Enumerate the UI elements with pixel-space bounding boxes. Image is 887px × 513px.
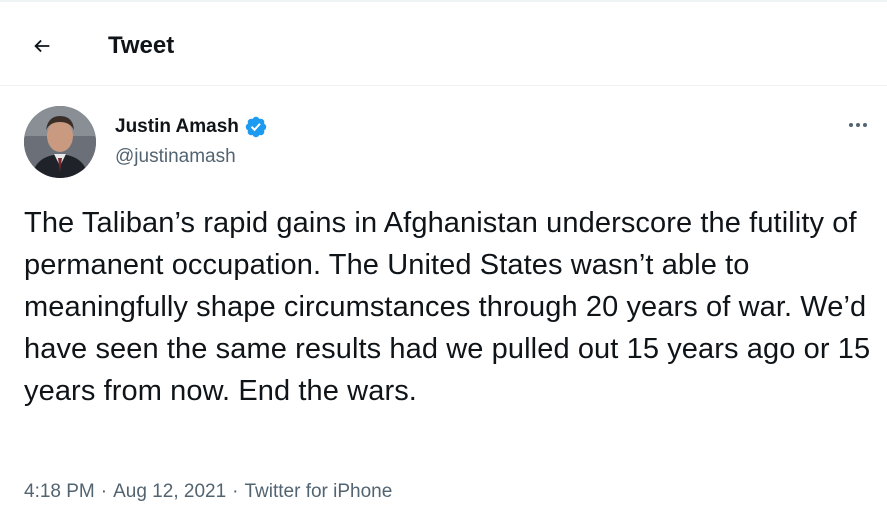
meta-separator: · xyxy=(232,481,239,502)
tweet-page: Tweet Justin Amash @justinamash The Tali… xyxy=(0,0,887,513)
tweet-date[interactable]: Aug 12, 2021 xyxy=(113,481,226,502)
tweet-text: The Taliban’s rapid gains in Afghanistan… xyxy=(24,207,871,407)
back-button[interactable] xyxy=(22,26,62,66)
author-handle[interactable]: @justinamash xyxy=(115,145,236,169)
tweet-time[interactable]: 4:18 PM xyxy=(24,481,95,502)
more-button[interactable] xyxy=(840,110,876,140)
tweet-metadata: 4:18 PM · Aug 12, 2021 · Twitter for iPhone xyxy=(24,480,392,504)
more-horizontal-icon xyxy=(849,123,867,127)
verified-badge-icon xyxy=(245,116,267,138)
page-header: Tweet xyxy=(0,2,887,86)
arrow-left-icon xyxy=(34,39,50,53)
tweet-source[interactable]: Twitter for iPhone xyxy=(244,481,392,502)
author-name[interactable]: Justin Amash xyxy=(115,115,268,139)
author-display-name[interactable]: Justin Amash xyxy=(115,115,239,139)
avatar-image xyxy=(24,106,96,178)
page-title: Tweet xyxy=(108,32,175,59)
avatar[interactable] xyxy=(24,106,96,178)
meta-separator: · xyxy=(100,481,108,502)
